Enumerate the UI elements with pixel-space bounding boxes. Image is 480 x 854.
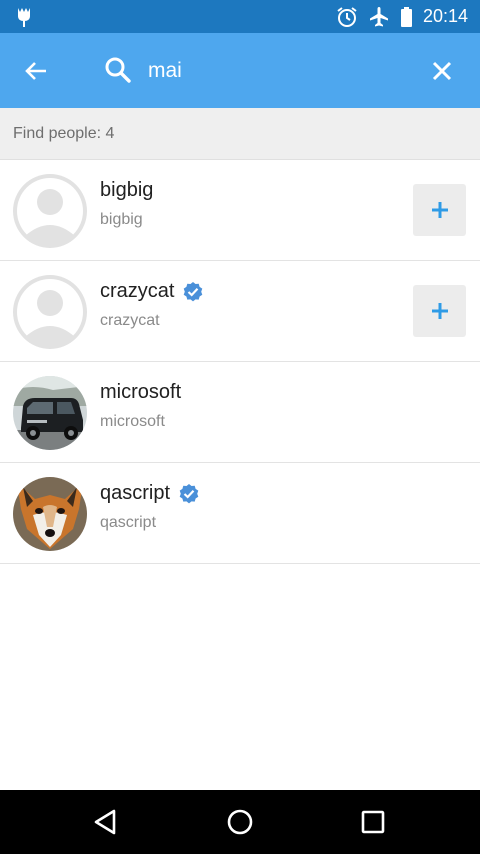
people-list: bigbig bigbig crazycat crazycat microsof… [0,160,480,564]
default-avatar-icon [13,174,87,248]
person-name: bigbig [100,179,154,201]
person-username: bigbig [100,211,143,228]
person-name-row: crazycat [100,280,204,303]
fox-photo-avatar [13,477,87,551]
person-name: crazycat [100,280,175,302]
list-item[interactable]: bigbig bigbig [0,160,480,261]
list-item[interactable]: crazycat crazycat [0,261,480,362]
navigation-bar [0,790,480,854]
person-name-row: bigbig [100,179,153,202]
status-bar: 20:14 [0,0,480,33]
app-notification-icon [18,8,30,27]
search-input[interactable] [148,51,398,91]
van-photo-avatar [13,376,87,450]
result-count-label: Find people: 4 [13,125,115,142]
avatar [13,174,87,248]
verified-badge-icon [184,281,203,301]
avatar [13,376,87,450]
airplane-mode-icon [369,6,388,26]
list-item[interactable]: microsoft microsoft [0,362,480,463]
result-count-header: Find people: 4 [0,108,480,160]
clock: 20:14 [422,6,468,26]
default-avatar-icon [13,275,87,349]
recents-icon[interactable] [357,806,389,838]
verified-badge-icon [179,483,199,503]
back-icon[interactable] [90,806,122,838]
close-icon[interactable] [428,57,456,85]
search-icon [105,57,131,83]
plus-icon [431,303,448,319]
person-name-row: qascript [100,482,200,505]
arrow-left-icon[interactable] [20,55,52,87]
person-username: qascript [100,514,157,531]
person-username: microsoft [100,413,165,430]
search-toolbar [0,33,480,108]
person-name-row: microsoft [100,381,181,404]
avatar [13,477,87,551]
plus-icon [431,202,448,218]
person-name: qascript [100,482,171,504]
person-name: microsoft [100,381,182,403]
add-user-button[interactable] [413,285,466,337]
alarm-icon [337,6,357,27]
avatar [13,275,87,349]
add-user-button[interactable] [413,184,466,236]
person-username: crazycat [100,312,160,329]
battery-icon [400,6,412,27]
home-icon[interactable] [224,806,256,838]
list-item[interactable]: qascript qascript [0,463,480,564]
